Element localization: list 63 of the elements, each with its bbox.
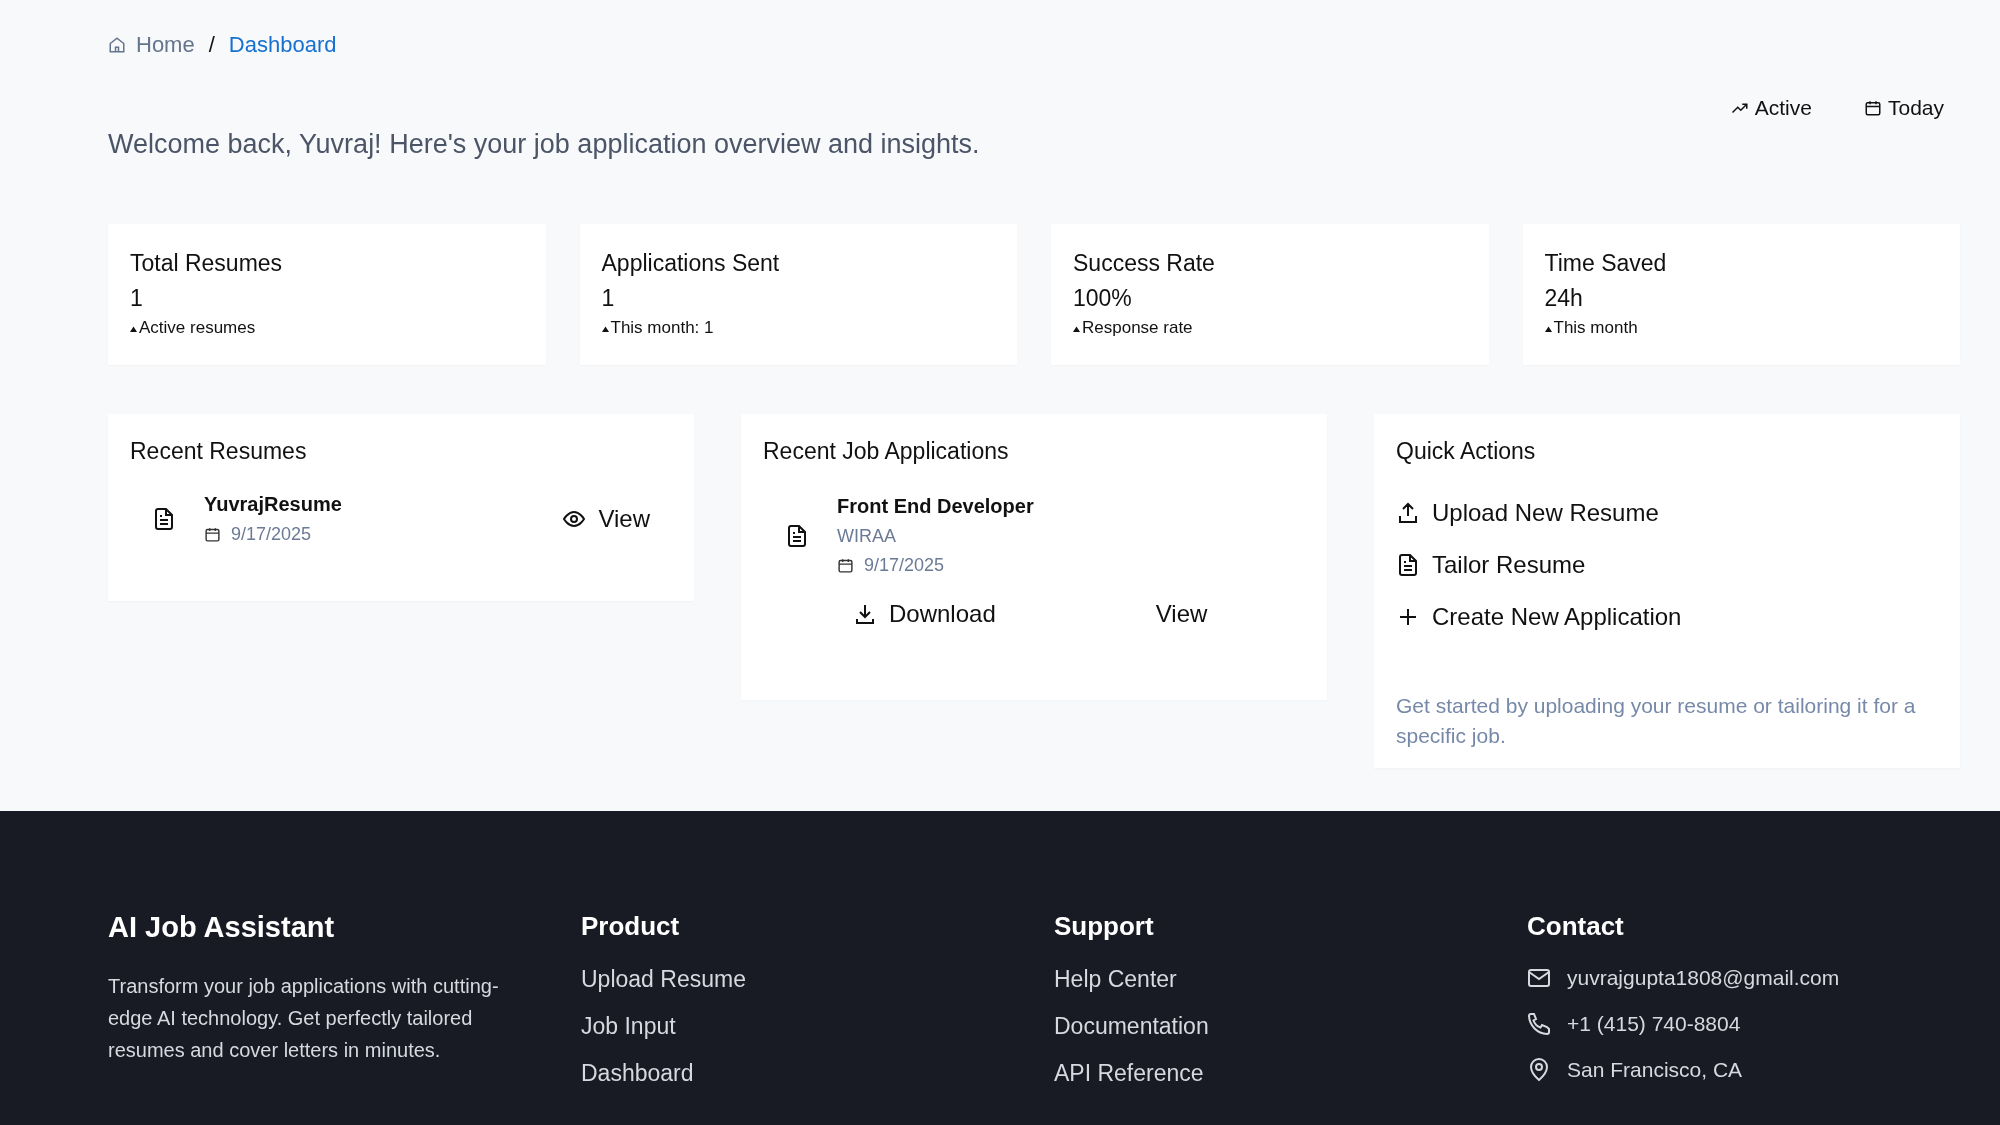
footer-description: Transform your job applications with cutting-edge AI technology. Get perfectly tailored resumes and cover letters in minutes.	[108, 974, 500, 1063]
stat-note: This month: 1	[610, 318, 714, 338]
breadcrumb-link[interactable]: Dashboard	[228, 32, 337, 58]
view-button[interactable]: View	[1155, 600, 1208, 628]
footer-link[interactable]: Dashboard	[581, 1060, 1014, 1087]
triangle-up-icon	[601, 324, 609, 332]
stat-value: 1	[601, 285, 616, 312]
card-title: Quick Actions	[1396, 438, 1537, 465]
footer-link[interactable]: Job Input	[581, 1013, 1014, 1040]
stat-title: Time Saved	[1544, 250, 1668, 277]
hint-text: Get started by uploading your resume or tailoring it for a specific job.	[1396, 693, 1917, 750]
contact-text: +1 (415) 740-8804	[1567, 1012, 1741, 1036]
date-text: 9/17/2025	[864, 555, 945, 576]
location-pin-icon	[1527, 1058, 1551, 1082]
footer-heading: Support	[1054, 911, 1155, 942]
footer-link[interactable]: Help Center	[1054, 966, 1487, 993]
stat-note: This month	[1553, 318, 1638, 338]
stat-value: 100%	[1073, 285, 1133, 312]
calendar-icon	[204, 526, 221, 543]
footer-brand: AI Job Assistant	[108, 911, 336, 944]
stat-title: Applications Sent	[601, 250, 781, 277]
document-icon	[1396, 553, 1420, 577]
card-title: Recent Resumes	[130, 438, 308, 465]
triangle-up-icon	[1544, 324, 1552, 332]
company-name: WIRAA	[837, 526, 897, 547]
stat-note: Active resumes	[139, 318, 256, 338]
contact-text: yuvrajgupta1808@gmail.com	[1567, 966, 1840, 990]
footer-link[interactable]: Upload Resume	[581, 966, 1014, 993]
stat-title: Total Resumes	[130, 250, 284, 277]
triangle-up-icon	[1073, 324, 1080, 332]
breadcrumb-link[interactable]: Home	[136, 32, 195, 58]
job-title: Front End Developer	[837, 495, 1035, 518]
contact-text: San Francisco, CA	[1567, 1058, 1743, 1082]
footer-heading: Product	[581, 911, 681, 942]
footer-link[interactable]: API Reference	[1054, 1060, 1487, 1087]
document-icon	[785, 523, 809, 548]
upload-icon	[1396, 501, 1420, 525]
footer-heading: Contact	[1527, 911, 1625, 942]
triangle-up-icon	[130, 324, 137, 332]
phone-icon	[1527, 1012, 1551, 1036]
card-title: Recent Job Applications	[763, 438, 1010, 465]
download-button[interactable]: Download	[853, 600, 996, 628]
download-icon	[853, 602, 877, 626]
stat-value: 24h	[1544, 285, 1584, 312]
stat-title: Success Rate	[1073, 250, 1216, 277]
status-label: Today	[1887, 96, 1944, 120]
resume-name: YuvrajResume	[204, 493, 343, 516]
stat-note: Response rate	[1082, 318, 1193, 338]
date-text: 9/17/2025	[231, 524, 312, 545]
mail-icon	[1527, 966, 1551, 990]
quick-action-button[interactable]: Tailor Resume	[1396, 551, 1938, 579]
document-icon	[152, 507, 176, 531]
footer-link[interactable]: Documentation	[1054, 1013, 1487, 1040]
view-button[interactable]: View	[562, 505, 650, 533]
stat-value: 1	[130, 285, 144, 312]
status-label: Active	[1754, 96, 1812, 120]
quick-action-button[interactable]: Create New Application	[1396, 603, 1938, 631]
home-icon	[108, 36, 126, 54]
calendar-icon	[837, 557, 854, 574]
quick-action-button[interactable]: Upload New Resume	[1396, 499, 1938, 527]
welcome-message: Welcome back, Yuvraj! Here's your job application overview and insights.	[108, 129, 981, 160]
breadcrumb-separator: /	[208, 32, 215, 58]
calendar-icon	[1863, 99, 1882, 117]
